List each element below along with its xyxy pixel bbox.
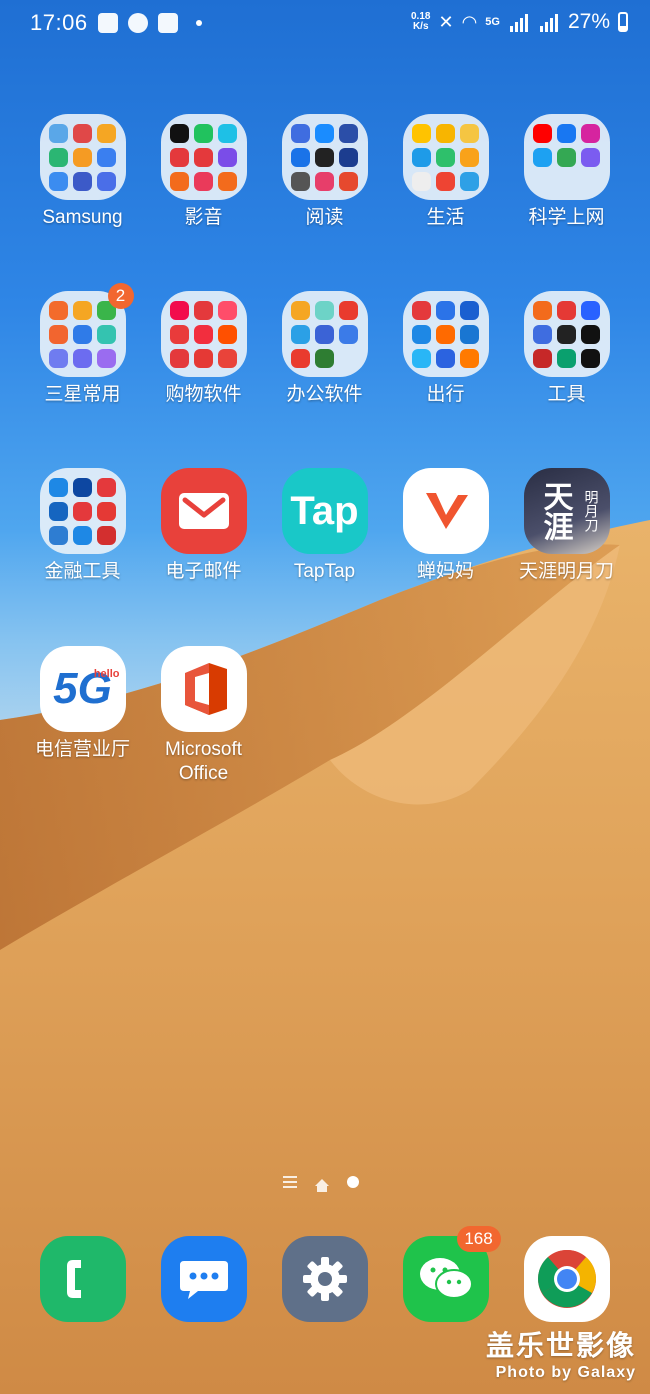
folder-icon [160,114,247,200]
app-label: 天涯明月刀 [518,561,614,582]
app-label: TapTap [293,561,356,582]
page-menu-icon[interactable] [283,1176,297,1188]
home-page-icon[interactable] [315,1178,329,1192]
app-label: 阅读 [305,207,344,228]
folder-icon [402,291,489,377]
dock-messages[interactable] [143,1236,264,1322]
telecom-5g-icon: 5G hello [39,646,126,732]
folder-icon: 2 [39,283,134,377]
more-notifications-icon [195,20,202,26]
signal-icon-sim1 [508,12,530,32]
chrome-icon [523,1236,610,1322]
signal-icon-sim2 [538,12,560,32]
dock-chrome[interactable] [506,1236,627,1322]
folder-icon [39,114,126,200]
app-label: 购物软件 [165,384,242,405]
network-speed: 0.18 K/s [411,11,431,32]
wifi-icon: ◠ [461,11,478,32]
app-label: 出行 [426,384,465,405]
folder-samsung-common[interactable]: 2 三星常用 [22,283,143,407]
folder-icon [523,291,610,377]
app-microsoft-office[interactable]: Microsoft Office [143,646,264,786]
folder-icon [402,114,489,200]
app-label: Microsoft Office [164,739,243,784]
current-page-dot[interactable] [347,1176,359,1188]
office-icon [160,646,247,732]
gallery-notification-icon [97,13,118,33]
app-label: 生活 [426,207,465,228]
app-label: 工具 [547,384,586,405]
app-label: 三星常用 [44,384,121,405]
folder-vpn[interactable]: 科学上网 [506,114,627,230]
folder-reading[interactable]: 阅读 [264,114,385,230]
app-telecom[interactable]: 5G hello 电信营业厅 [22,646,143,762]
folder-office[interactable]: 办公软件 [264,291,385,407]
app-chanmama[interactable]: 蝉妈妈 [385,468,506,584]
battery-percent: 27% [567,10,610,33]
app-tianya[interactable]: 天涯 明月刀 天涯明月刀 [506,468,627,584]
mute-icon: ✕ [438,11,454,32]
email-icon [160,468,247,554]
app-label: 电信营业厅 [34,739,130,760]
folder-icon [160,291,247,377]
app-label: 科学上网 [528,207,605,228]
messages-icon [160,1236,247,1322]
folder-travel[interactable]: 出行 [385,291,506,407]
app-label: 电子邮件 [165,561,242,582]
dock-settings[interactable] [264,1236,385,1322]
network-type: 5G [485,16,500,28]
chanmama-icon [402,468,489,554]
folder-media[interactable]: 影音 [143,114,264,230]
dock-phone[interactable] [22,1236,143,1322]
app-label: 影音 [184,207,223,228]
app-label: 办公软件 [286,384,363,405]
app-email[interactable]: 电子邮件 [143,468,264,584]
app-label: 蝉妈妈 [416,561,474,582]
battery-icon [618,12,628,32]
settings-gear-icon [281,1236,368,1322]
taptap-icon: Tap [281,468,368,554]
phone-icon [39,1236,126,1322]
status-bar: 17:06 0.18 K/s ✕ ◠ 5G 27% [0,0,650,48]
folder-icon [523,114,610,200]
clock: 17:06 [30,10,88,35]
notification-badge: 168 [456,1226,501,1252]
folder-tools[interactable]: 工具 [506,291,627,407]
app-taptap[interactable]: Tap TapTap [264,468,385,584]
wechat-notification-icon [127,13,148,33]
photo-watermark: 盖乐世影像 Photo by Galaxy [485,1330,636,1381]
wechat-icon: 168 [402,1226,501,1322]
app-label: 金融工具 [44,561,121,582]
page-indicator[interactable] [283,1176,359,1192]
task-notification-icon [157,13,178,33]
folder-samsung[interactable]: Samsung [22,114,143,230]
app-label: Samsung [42,207,123,228]
folder-icon [281,291,368,377]
folder-life[interactable]: 生活 [385,114,506,230]
dock-wechat[interactable]: 168 [385,1226,506,1322]
notification-badge: 2 [107,283,134,309]
folder-finance[interactable]: 金融工具 [22,468,143,584]
folder-icon [281,114,368,200]
folder-shopping[interactable]: 购物软件 [143,291,264,407]
tianya-game-icon: 天涯 明月刀 [523,468,610,554]
folder-icon [39,468,126,554]
